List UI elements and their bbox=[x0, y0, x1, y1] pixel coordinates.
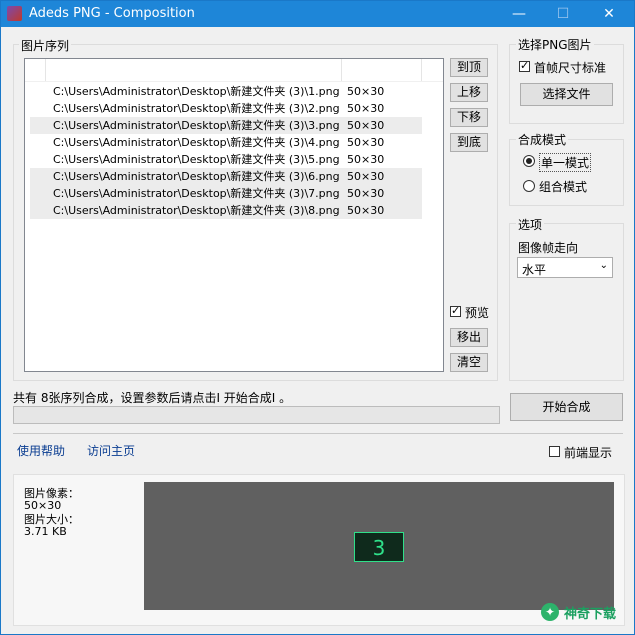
list-item[interactable]: C:\Users\Administrator\Desktop\新建文件夹 (3)… bbox=[30, 168, 422, 185]
image-dimensions: 50×30 bbox=[347, 153, 385, 166]
file-path: C:\Users\Administrator\Desktop\新建文件夹 (3)… bbox=[53, 187, 340, 200]
move-down-button[interactable]: 下移 bbox=[450, 108, 488, 127]
topmost-label: 前端显示 bbox=[564, 446, 613, 460]
status-text: 共有 8张序列合成，设置参数后请点击Ⅰ 开始合成Ⅰ 。 bbox=[13, 391, 292, 405]
header-separator bbox=[421, 59, 422, 81]
file-path: C:\Users\Administrator\Desktop\新建文件夹 (3)… bbox=[53, 102, 340, 115]
list-item[interactable]: C:\Users\Administrator\Desktop\新建文件夹 (3)… bbox=[30, 202, 422, 219]
image-dimensions: 50×30 bbox=[347, 102, 385, 115]
list-item[interactable]: C:\Users\Administrator\Desktop\新建文件夹 (3)… bbox=[30, 83, 422, 100]
single-mode-radio[interactable] bbox=[523, 155, 535, 167]
watermark: ✦ 神奇下载 bbox=[541, 601, 629, 625]
file-size-value: 3.71 KB bbox=[24, 525, 67, 538]
preview-checkbox[interactable] bbox=[450, 304, 461, 317]
progress-bar bbox=[13, 406, 500, 424]
direction-select[interactable]: 水平 ⌄ bbox=[517, 257, 613, 278]
mode-group bbox=[509, 139, 624, 206]
remove-button[interactable]: 移出 bbox=[450, 328, 488, 347]
move-top-button[interactable]: 到顶 bbox=[450, 58, 488, 77]
select-png-label: 选择PNG图片 bbox=[516, 36, 594, 53]
preview-frame: 3 bbox=[354, 532, 404, 562]
choose-file-button[interactable]: 选择文件 bbox=[520, 83, 613, 106]
first-frame-checkbox[interactable] bbox=[519, 59, 530, 72]
file-path: C:\Users\Administrator\Desktop\新建文件夹 (3)… bbox=[53, 119, 340, 132]
image-dimensions: 50×30 bbox=[347, 136, 385, 149]
options-group-label: 选项 bbox=[516, 216, 545, 233]
help-link[interactable]: 使用帮助 bbox=[17, 442, 65, 459]
divider bbox=[13, 433, 623, 434]
list-item[interactable]: C:\Users\Administrator\Desktop\新建文件夹 (3)… bbox=[30, 134, 422, 151]
clear-button[interactable]: 清空 bbox=[450, 353, 488, 372]
pixels-value: 50×30 bbox=[24, 499, 62, 512]
image-dimensions: 50×30 bbox=[347, 170, 385, 183]
close-button[interactable]: ✕ bbox=[589, 1, 629, 27]
window-title: Adeds PNG - Composition bbox=[29, 6, 195, 21]
image-dimensions: 50×30 bbox=[347, 204, 385, 217]
list-item[interactable]: C:\Users\Administrator\Desktop\新建文件夹 (3)… bbox=[30, 185, 422, 202]
main-window: Adeds PNG - Composition — ☐ ✕ 图片序列 C:\Us… bbox=[0, 0, 635, 635]
combined-mode-label: 组合模式 bbox=[539, 180, 588, 194]
move-bottom-button[interactable]: 到底 bbox=[450, 133, 488, 152]
file-path: C:\Users\Administrator\Desktop\新建文件夹 (3)… bbox=[53, 153, 340, 166]
mode-group-label: 合成模式 bbox=[516, 131, 569, 148]
image-dimensions: 50×30 bbox=[347, 119, 385, 132]
start-composition-button[interactable]: 开始合成 bbox=[510, 393, 623, 421]
minimize-button[interactable]: — bbox=[499, 1, 539, 27]
header-separator bbox=[341, 59, 342, 81]
file-path: C:\Users\Administrator\Desktop\新建文件夹 (3)… bbox=[53, 170, 340, 183]
image-dimensions: 50×30 bbox=[347, 85, 385, 98]
preview-checkbox-label: 预览 bbox=[465, 306, 490, 320]
single-mode-label: 单一模式 bbox=[539, 153, 592, 172]
direction-label: 图像帧走向 bbox=[518, 241, 579, 255]
watermark-logo-icon: ✦ bbox=[541, 603, 559, 621]
homepage-link[interactable]: 访问主页 bbox=[87, 442, 135, 459]
chevron-down-icon: ⌄ bbox=[599, 260, 608, 271]
first-frame-label: 首帧尺寸标准 bbox=[534, 61, 607, 75]
sequence-list[interactable]: C:\Users\Administrator\Desktop\新建文件夹 (3)… bbox=[24, 58, 444, 372]
list-header bbox=[25, 59, 443, 82]
direction-select-value: 水平 bbox=[522, 263, 547, 277]
file-path: C:\Users\Administrator\Desktop\新建文件夹 (3)… bbox=[53, 136, 340, 149]
maximize-button[interactable]: ☐ bbox=[543, 1, 583, 27]
app-icon bbox=[7, 6, 22, 21]
list-item[interactable]: C:\Users\Administrator\Desktop\新建文件夹 (3)… bbox=[30, 117, 422, 134]
sequence-group-label: 图片序列 bbox=[19, 37, 72, 54]
file-path: C:\Users\Administrator\Desktop\新建文件夹 (3)… bbox=[53, 204, 340, 217]
header-separator bbox=[45, 59, 46, 81]
watermark-text: 神奇下载 bbox=[564, 607, 617, 622]
list-item[interactable]: C:\Users\Administrator\Desktop\新建文件夹 (3)… bbox=[30, 151, 422, 168]
combined-mode-radio[interactable] bbox=[523, 180, 535, 192]
title-bar[interactable]: Adeds PNG - Composition — ☐ ✕ bbox=[1, 1, 634, 27]
topmost-checkbox[interactable] bbox=[549, 446, 560, 457]
image-dimensions: 50×30 bbox=[347, 187, 385, 200]
move-up-button[interactable]: 上移 bbox=[450, 83, 488, 102]
list-item[interactable]: C:\Users\Administrator\Desktop\新建文件夹 (3)… bbox=[30, 100, 422, 117]
file-path: C:\Users\Administrator\Desktop\新建文件夹 (3)… bbox=[53, 85, 340, 98]
